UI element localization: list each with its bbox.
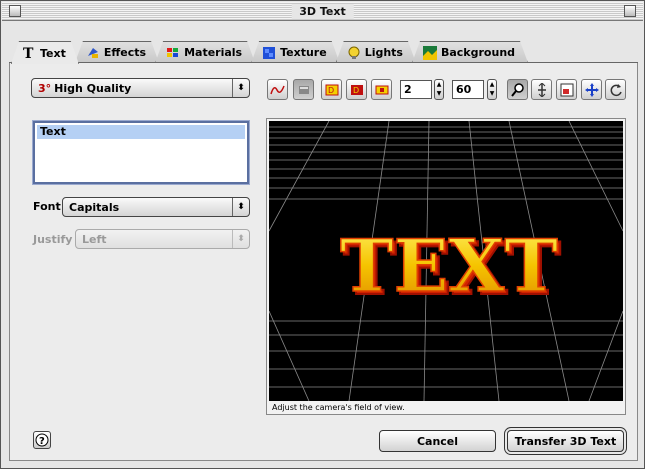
frame-icon bbox=[560, 83, 573, 96]
rotate-button[interactable] bbox=[605, 79, 626, 100]
render-preset-3-icon bbox=[375, 85, 388, 94]
help-icon: ? bbox=[35, 433, 49, 447]
close-box[interactable] bbox=[9, 5, 21, 17]
landscape-icon bbox=[423, 46, 437, 60]
count-field[interactable]: 2 bbox=[400, 80, 432, 99]
svg-text:D: D bbox=[328, 86, 334, 95]
svg-text:T: T bbox=[23, 46, 34, 60]
flat-render-icon bbox=[298, 85, 309, 94]
fov-field[interactable]: 60 bbox=[452, 80, 484, 99]
perspective-grid: TEXT TEXT bbox=[269, 121, 623, 401]
preview-caption: Adjust the camera's field of view. bbox=[272, 403, 405, 412]
tab-label: Lights bbox=[364, 46, 403, 59]
render-preset-1-button[interactable]: D bbox=[321, 79, 342, 100]
preview-3d-text: TEXT bbox=[340, 223, 558, 308]
tab-lights[interactable]: Lights bbox=[336, 41, 416, 63]
letter-t-icon: T bbox=[22, 46, 36, 60]
justify-value: Left bbox=[82, 232, 107, 246]
tab-label: Texture bbox=[280, 46, 327, 59]
tab-materials[interactable]: Materials bbox=[155, 41, 255, 63]
cancel-button[interactable]: Cancel bbox=[379, 430, 496, 452]
quality-prefix: 3° bbox=[38, 81, 52, 95]
texture-icon bbox=[262, 46, 276, 60]
lightbulb-icon bbox=[347, 46, 361, 60]
render-preset-3-button[interactable] bbox=[371, 79, 392, 100]
tab-label: Text bbox=[40, 46, 66, 60]
font-value: Capitals bbox=[69, 200, 120, 214]
vertical-move-button[interactable] bbox=[531, 79, 552, 100]
popup-arrows-icon: ⬍ bbox=[232, 79, 249, 97]
tab-label: Effects bbox=[103, 46, 147, 59]
preview-frame: TEXT TEXT Adjust the camera's field of v… bbox=[266, 118, 626, 415]
render-preset-2-icon: D bbox=[350, 84, 363, 95]
tab-bar: T Text Effects Materials Texture Lights … bbox=[11, 41, 524, 63]
tab-text[interactable]: T Text bbox=[11, 41, 79, 64]
dialog-window: 3D Text T Text Effects Materials Texture… bbox=[0, 0, 645, 469]
pan-icon bbox=[584, 82, 599, 97]
svg-text:D: D bbox=[353, 86, 359, 95]
flat-render-button[interactable] bbox=[293, 79, 314, 100]
svg-text:?: ? bbox=[39, 436, 45, 447]
curve-icon bbox=[270, 85, 285, 94]
preview-canvas[interactable]: TEXT TEXT bbox=[269, 121, 623, 401]
effects-icon bbox=[86, 46, 100, 60]
popup-arrows-icon: ⬍ bbox=[232, 230, 249, 248]
frame-button[interactable] bbox=[556, 79, 577, 100]
quality-popup[interactable]: 3° High Quality ⬍ bbox=[31, 78, 250, 98]
window-title: 3D Text bbox=[291, 4, 354, 19]
text-list[interactable]: Text bbox=[33, 121, 249, 184]
justify-label: Justify bbox=[33, 233, 73, 246]
popup-arrows-icon: ⬍ bbox=[232, 198, 249, 216]
tab-effects[interactable]: Effects bbox=[75, 41, 159, 63]
transfer-3d-text-button[interactable]: Transfer 3D Text bbox=[507, 430, 624, 452]
count-stepper[interactable]: ▲ ▼ bbox=[434, 79, 444, 100]
vertical-move-icon bbox=[537, 82, 546, 97]
quality-value: High Quality bbox=[54, 81, 132, 95]
materials-icon bbox=[166, 46, 180, 60]
font-popup[interactable]: Capitals ⬍ bbox=[62, 197, 250, 217]
justify-popup: Left ⬍ bbox=[75, 229, 250, 249]
curve-button[interactable] bbox=[267, 79, 288, 100]
list-item[interactable]: Text bbox=[37, 125, 245, 139]
pan-button[interactable] bbox=[581, 79, 602, 100]
fov-stepper[interactable]: ▲ ▼ bbox=[487, 79, 497, 100]
help-button[interactable]: ? bbox=[33, 431, 51, 449]
tab-label: Materials bbox=[184, 46, 243, 59]
tab-texture[interactable]: Texture bbox=[251, 41, 340, 63]
zoom-icon bbox=[510, 82, 524, 97]
render-preset-2-button[interactable]: D bbox=[346, 79, 367, 100]
zoom-box[interactable] bbox=[624, 5, 636, 17]
title-bar[interactable]: 3D Text bbox=[2, 2, 643, 21]
rotate-icon bbox=[610, 83, 622, 96]
render-preset-1-icon: D bbox=[325, 84, 338, 95]
font-label: Font bbox=[33, 200, 61, 213]
tab-label: Background bbox=[440, 46, 516, 59]
tab-background[interactable]: Background bbox=[412, 41, 528, 63]
zoom-tool-button[interactable] bbox=[507, 79, 528, 100]
